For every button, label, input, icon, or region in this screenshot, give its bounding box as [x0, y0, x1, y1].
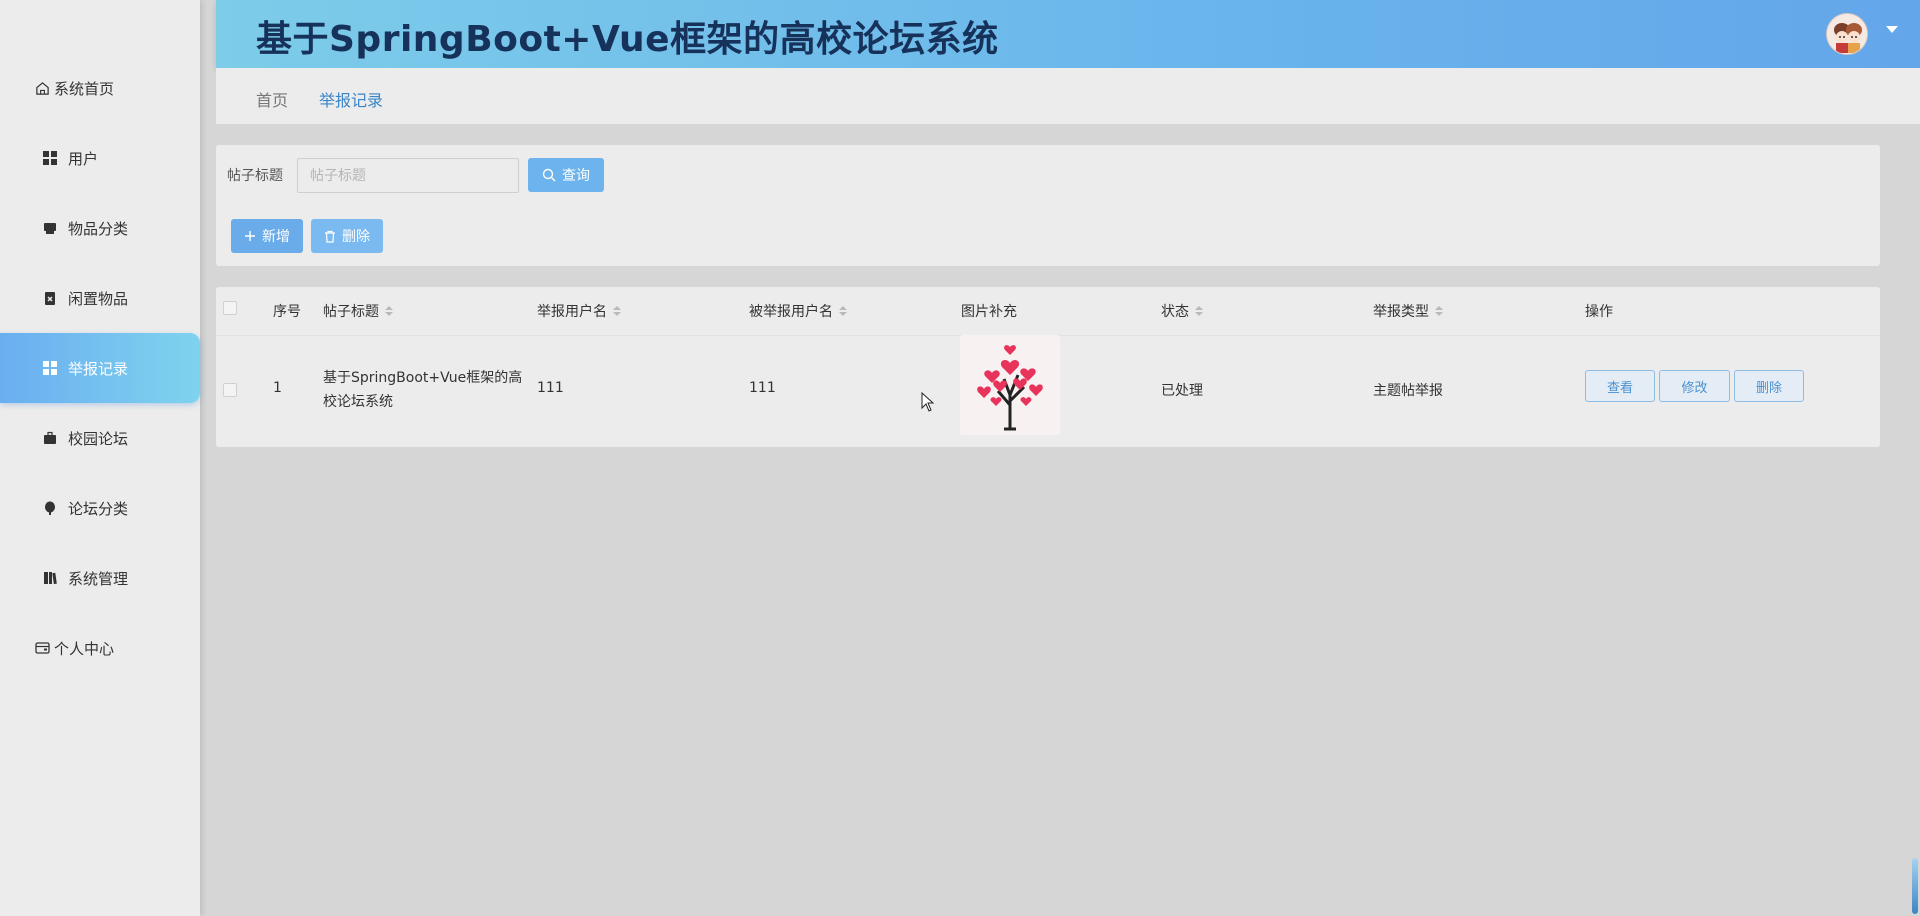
- sort-icon[interactable]: [1195, 306, 1203, 316]
- column-header-type[interactable]: 举报类型: [1373, 299, 1443, 323]
- top-header: 基于SpringBoot+Vue框架的高校论坛系统: [216, 0, 1920, 68]
- column-header-label: 序号: [273, 304, 301, 320]
- sidebar-item-label: 论坛分类: [68, 499, 129, 518]
- search-label: 帖子标题: [227, 168, 283, 184]
- search-input[interactable]: [297, 158, 519, 193]
- avatar[interactable]: [1826, 13, 1868, 55]
- cell-type: 主题帖举报: [1373, 383, 1443, 399]
- sidebar-item-item-category[interactable]: 物品分类: [0, 193, 200, 263]
- scrollbar[interactable]: [1912, 858, 1918, 914]
- add-button[interactable]: 新增: [231, 219, 303, 253]
- search-panel: 帖子标题 查询 新增 删除: [216, 145, 1880, 266]
- column-header-title[interactable]: 帖子标题: [323, 299, 393, 323]
- sidebar-item-forum-category[interactable]: 论坛分类: [0, 473, 200, 543]
- view-button[interactable]: 查看: [1585, 370, 1655, 402]
- cell-title-line: 基于SpringBoot+Vue框架的高: [323, 370, 523, 386]
- sidebar: 系统首页 用户 物品分类 闲置物品 举报记录 校园论坛 论坛分类 系统管理 个人…: [0, 0, 200, 916]
- column-header-label: 操作: [1585, 304, 1613, 320]
- breadcrumb-current: 举报记录: [319, 91, 384, 110]
- column-header-reporter[interactable]: 举报用户名: [537, 299, 621, 323]
- edit-button[interactable]: 修改: [1659, 370, 1730, 402]
- grid-icon: [42, 150, 58, 166]
- sidebar-item-system-admin[interactable]: 系统管理: [0, 543, 200, 613]
- add-button-label: 新增: [262, 229, 290, 245]
- column-header-image: 图片补充: [961, 299, 1017, 323]
- batch-delete-button[interactable]: 删除: [311, 219, 383, 253]
- sidebar-item-idle-items[interactable]: 闲置物品: [0, 263, 200, 333]
- pin-icon: [42, 500, 58, 516]
- sidebar-item-label: 物品分类: [68, 219, 129, 238]
- column-header-status[interactable]: 状态: [1161, 299, 1203, 323]
- breadcrumb: 首页 举报记录: [216, 68, 1920, 124]
- sidebar-item-label: 举报记录: [68, 359, 129, 378]
- column-header-reported[interactable]: 被举报用户名: [749, 299, 847, 323]
- book-icon: [42, 570, 58, 586]
- cell-title-line: 校论坛系统: [323, 394, 393, 410]
- query-button-label: 查询: [562, 168, 590, 184]
- mouse-cursor-icon: [921, 392, 935, 412]
- wallet-icon: [34, 640, 50, 656]
- query-button[interactable]: 查询: [528, 158, 604, 192]
- cell-status: 已处理: [1161, 383, 1203, 399]
- sort-icon[interactable]: [385, 306, 393, 316]
- briefcase-icon: [42, 430, 58, 446]
- column-header-label: 状态: [1161, 304, 1189, 320]
- sidebar-item-label: 校园论坛: [68, 429, 129, 448]
- cell-reporter: 111: [537, 380, 564, 396]
- report-table: 序号 帖子标题 举报用户名 被举报用户名 图片补充 状态 举报类型 操作 1 基…: [216, 287, 1880, 447]
- box-icon: [42, 220, 58, 236]
- home-icon: [34, 80, 50, 96]
- sidebar-item-label: 用户: [68, 149, 99, 168]
- column-header-label: 图片补充: [961, 304, 1017, 320]
- cell-title: 基于SpringBoot+Vue框架的高 校论坛系统: [323, 366, 522, 414]
- page-title: 基于SpringBoot+Vue框架的高校论坛系统: [256, 19, 999, 60]
- sidebar-item-profile[interactable]: 个人中心: [0, 613, 200, 683]
- sort-icon[interactable]: [613, 306, 621, 316]
- sidebar-item-campus-forum[interactable]: 校园论坛: [0, 403, 200, 473]
- sidebar-item-label: 系统管理: [68, 569, 129, 588]
- delete-button[interactable]: 删除: [1734, 370, 1804, 402]
- batch-delete-button-label: 删除: [342, 229, 370, 245]
- breadcrumb-home[interactable]: 首页: [256, 87, 288, 111]
- column-header-label: 举报用户名: [537, 304, 607, 320]
- plus-icon: [244, 230, 256, 242]
- select-all-checkbox[interactable]: [223, 301, 237, 315]
- column-header-label: 被举报用户名: [749, 304, 833, 320]
- report-image[interactable]: [960, 335, 1060, 435]
- sidebar-item-label: 系统首页: [54, 79, 115, 98]
- sidebar-item-users[interactable]: 用户: [0, 123, 200, 193]
- sidebar-item-home[interactable]: 系统首页: [0, 53, 200, 123]
- grid-icon: [42, 360, 58, 376]
- column-header-label: 举报类型: [1373, 304, 1429, 320]
- sort-icon[interactable]: [1435, 306, 1443, 316]
- clipboard-icon: [42, 290, 58, 306]
- trash-icon: [324, 230, 336, 243]
- chevron-down-icon[interactable]: [1886, 26, 1898, 33]
- sidebar-item-label: 闲置物品: [68, 289, 129, 308]
- sidebar-item-reports[interactable]: 举报记录: [0, 333, 200, 403]
- column-header-actions: 操作: [1585, 299, 1613, 323]
- row-checkbox[interactable]: [223, 383, 237, 397]
- column-header-label: 帖子标题: [323, 304, 379, 320]
- cell-index: 1: [273, 380, 282, 396]
- sort-icon[interactable]: [839, 306, 847, 316]
- column-header-index: 序号: [273, 299, 301, 323]
- cell-reported: 111: [749, 380, 776, 396]
- sidebar-item-label: 个人中心: [54, 639, 115, 658]
- search-icon: [542, 168, 556, 182]
